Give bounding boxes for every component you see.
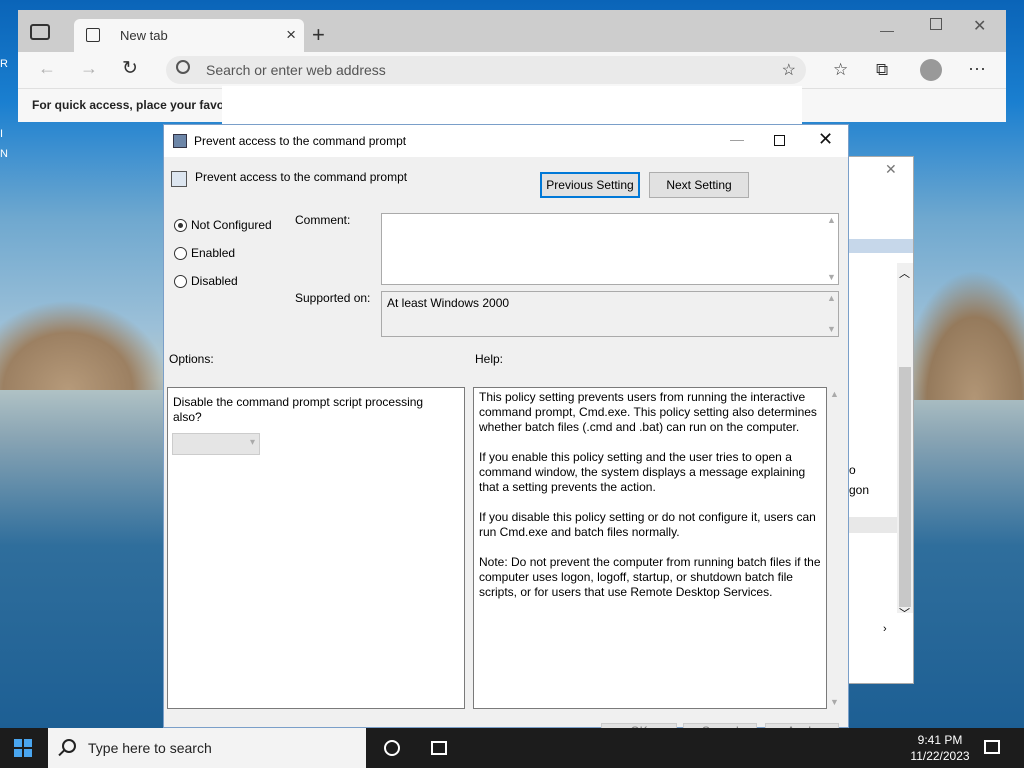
wallpaper-hill-left [0, 300, 170, 390]
new-tab-favicon-icon [86, 28, 100, 42]
chevron-down-icon: ▾ [249, 437, 255, 448]
desktop-icon-label[interactable]: R [0, 58, 18, 78]
bg-list-text: o [849, 463, 856, 477]
task-view-icon[interactable] [431, 741, 447, 755]
new-tab-plus-icon[interactable]: + [312, 22, 325, 48]
desktop-icons-edge: R I N [0, 58, 18, 178]
help-pane: This policy setting prevents users from … [473, 387, 827, 709]
setting-header: Prevent access to the command prompt [195, 170, 408, 184]
browser-toolbar: ← → ↻ Search or enter web address ☆ ☆ ⧉ … [18, 52, 1006, 88]
supported-on-label: Supported on: [295, 291, 371, 305]
taskbar: Type here to search 9:41 PM 11/22/2023 [0, 728, 1024, 768]
forward-arrow-icon[interactable]: → [80, 58, 98, 79]
scroll-up-icon[interactable]: ▲ [827, 293, 836, 303]
radio-button[interactable] [174, 275, 187, 288]
scroll-down-icon[interactable]: ▼ [830, 697, 839, 707]
address-bar[interactable]: Search or enter web address ☆ [166, 56, 806, 84]
bg-selected-row [849, 239, 913, 253]
radio-button-checked[interactable] [174, 219, 187, 232]
dialog-maximize-icon[interactable] [774, 135, 785, 146]
help-text: This policy setting prevents users from … [479, 390, 823, 615]
tab-bar: New tab × + — ✕ [18, 10, 1006, 52]
option-description: Disable the command prompt script proces… [173, 395, 424, 424]
scroll-up-icon[interactable]: ▲ [827, 215, 836, 225]
dialog-close-icon[interactable]: ✕ [818, 129, 833, 150]
help-scrollbar[interactable]: ▲ ▼ [828, 387, 842, 709]
bg-scrollbar-thumb[interactable] [899, 367, 911, 607]
window-minimize-icon[interactable]: — [880, 22, 894, 38]
help-paragraph: This policy setting prevents users from … [479, 390, 817, 434]
script-processing-dropdown[interactable]: ▾ [172, 433, 260, 455]
refresh-icon[interactable]: ↻ [122, 57, 138, 80]
desktop-icon-label[interactable]: I [0, 128, 18, 148]
clock-date: 11/22/2023 [910, 749, 970, 763]
supported-on-value: At least Windows 2000 [387, 296, 510, 310]
clock-time: 9:41 PM [917, 733, 963, 747]
cortana-icon[interactable] [384, 740, 400, 756]
comment-label: Comment: [295, 213, 351, 227]
dialog-minimize-icon: — [730, 131, 744, 147]
search-icon [62, 739, 76, 753]
scroll-up-icon[interactable]: ▲ [830, 389, 839, 399]
help-label: Help: [475, 352, 504, 366]
more-menu-icon[interactable]: ··· [968, 58, 986, 79]
help-paragraph: If you disable this policy setting or do… [479, 510, 816, 539]
radio-label: Enabled [191, 246, 236, 260]
profile-avatar-icon[interactable] [920, 59, 942, 81]
policy-setting-dialog: Prevent access to the command prompt — ✕… [163, 124, 849, 733]
radio-label: Not Configured [191, 218, 272, 232]
comment-scrollbar[interactable]: ▲ ▼ [824, 214, 838, 284]
tab-actions-icon[interactable] [30, 24, 50, 40]
address-placeholder: Search or enter web address [206, 62, 386, 78]
collections-icon[interactable]: ⧉ [876, 60, 888, 80]
desktop-icon-label[interactable]: N [0, 148, 18, 168]
search-placeholder: Type here to search [88, 740, 212, 756]
scroll-down-icon[interactable]: ▼ [827, 324, 836, 334]
window-close-icon[interactable]: ✕ [973, 16, 986, 36]
options-pane: Disable the command prompt script proces… [167, 387, 465, 709]
comment-textbox[interactable]: ▲ ▼ [381, 213, 839, 285]
bg-scroll-right-icon[interactable]: › [883, 623, 887, 635]
add-favorite-star-icon[interactable]: ☆ [782, 60, 796, 80]
bg-list-text: gon [849, 483, 870, 497]
policy-setting-icon [171, 171, 187, 187]
window-maximize-icon[interactable] [930, 18, 942, 30]
next-setting-button[interactable]: Next Setting [649, 172, 749, 198]
windows-start-icon[interactable] [14, 739, 32, 757]
taskbar-clock[interactable]: 9:41 PM 11/22/2023 [900, 732, 980, 764]
radio-button[interactable] [174, 247, 187, 260]
dialog-title: Prevent access to the command prompt [194, 134, 407, 148]
supported-scrollbar[interactable]: ▲ ▼ [824, 292, 838, 336]
notification-center-icon[interactable] [984, 740, 1000, 754]
taskbar-search-box[interactable]: Type here to search [48, 728, 366, 768]
supported-on-box: At least Windows 2000 ▲ ▼ [381, 291, 839, 337]
scroll-down-icon[interactable]: ▼ [827, 272, 836, 282]
tab-close-icon[interactable]: × [286, 25, 296, 45]
dialog-title-bar: Prevent access to the command prompt — ✕ [164, 125, 848, 157]
back-arrow-icon[interactable]: ← [38, 58, 56, 79]
wallpaper-hill-right [900, 270, 1024, 400]
group-policy-editor-background-window: ✕ ︿ ﹀ o gon › [848, 156, 914, 684]
help-paragraph: If you enable this policy setting and th… [479, 450, 806, 494]
tab-new-tab[interactable]: New tab × [74, 19, 304, 52]
bg-window-close-icon[interactable]: ✕ [885, 161, 897, 178]
previous-setting-button[interactable]: Previous Setting [540, 172, 640, 198]
tab-title: New tab [120, 28, 168, 43]
bg-highlight-row [849, 517, 897, 533]
policy-dialog-icon [173, 134, 187, 148]
radio-label: Disabled [191, 274, 238, 288]
help-paragraph: Note: Do not prevent the computer from r… [479, 555, 821, 599]
search-icon [176, 60, 190, 74]
options-label: Options: [169, 352, 214, 366]
favorites-icon[interactable]: ☆ [833, 60, 848, 80]
bg-scroll-down-icon[interactable]: ﹀ [899, 605, 910, 621]
bg-scroll-up-icon[interactable]: ︿ [899, 265, 910, 281]
